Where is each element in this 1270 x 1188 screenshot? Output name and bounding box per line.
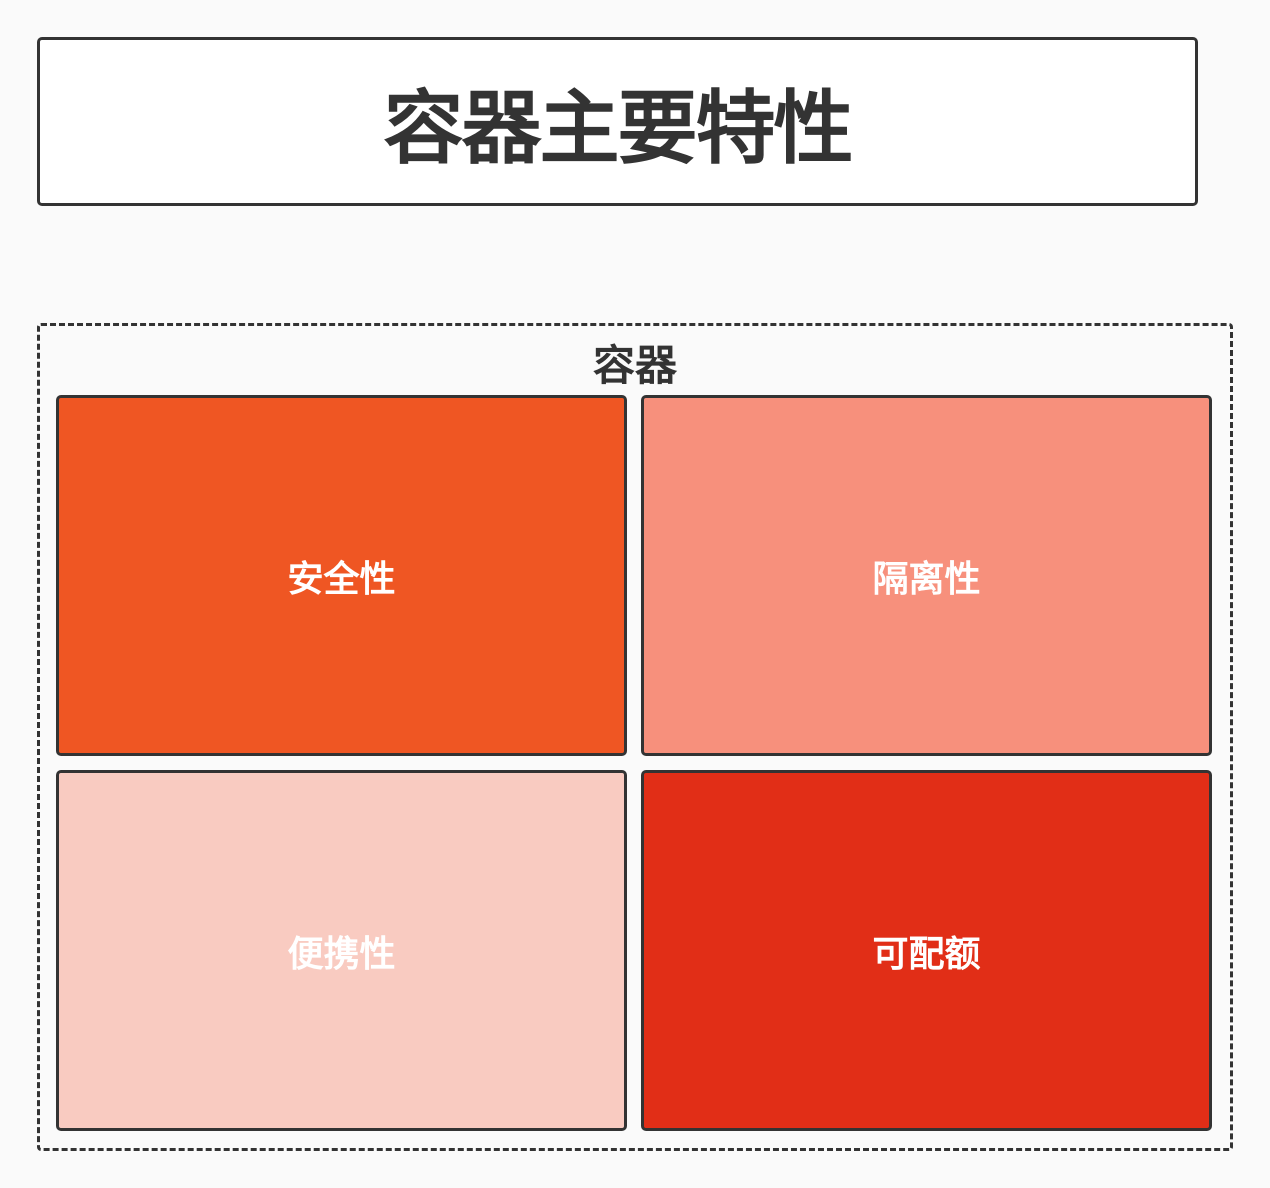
- feature-label-portability: 便携性: [287, 933, 396, 975]
- diagram-title: 容器主要特性: [383, 81, 854, 175]
- feature-label-security: 安全性: [287, 558, 396, 600]
- feature-cell-security: 安全性: [56, 395, 627, 756]
- feature-cell-quota: 可配额: [641, 770, 1212, 1131]
- container-label: 容器: [592, 341, 677, 390]
- feature-label-isolation: 隔离性: [872, 558, 981, 600]
- title-box: 容器主要特性: [37, 37, 1198, 206]
- feature-cell-portability: 便携性: [56, 770, 627, 1131]
- feature-cell-isolation: 隔离性: [641, 395, 1212, 756]
- feature-label-quota: 可配额: [872, 933, 981, 975]
